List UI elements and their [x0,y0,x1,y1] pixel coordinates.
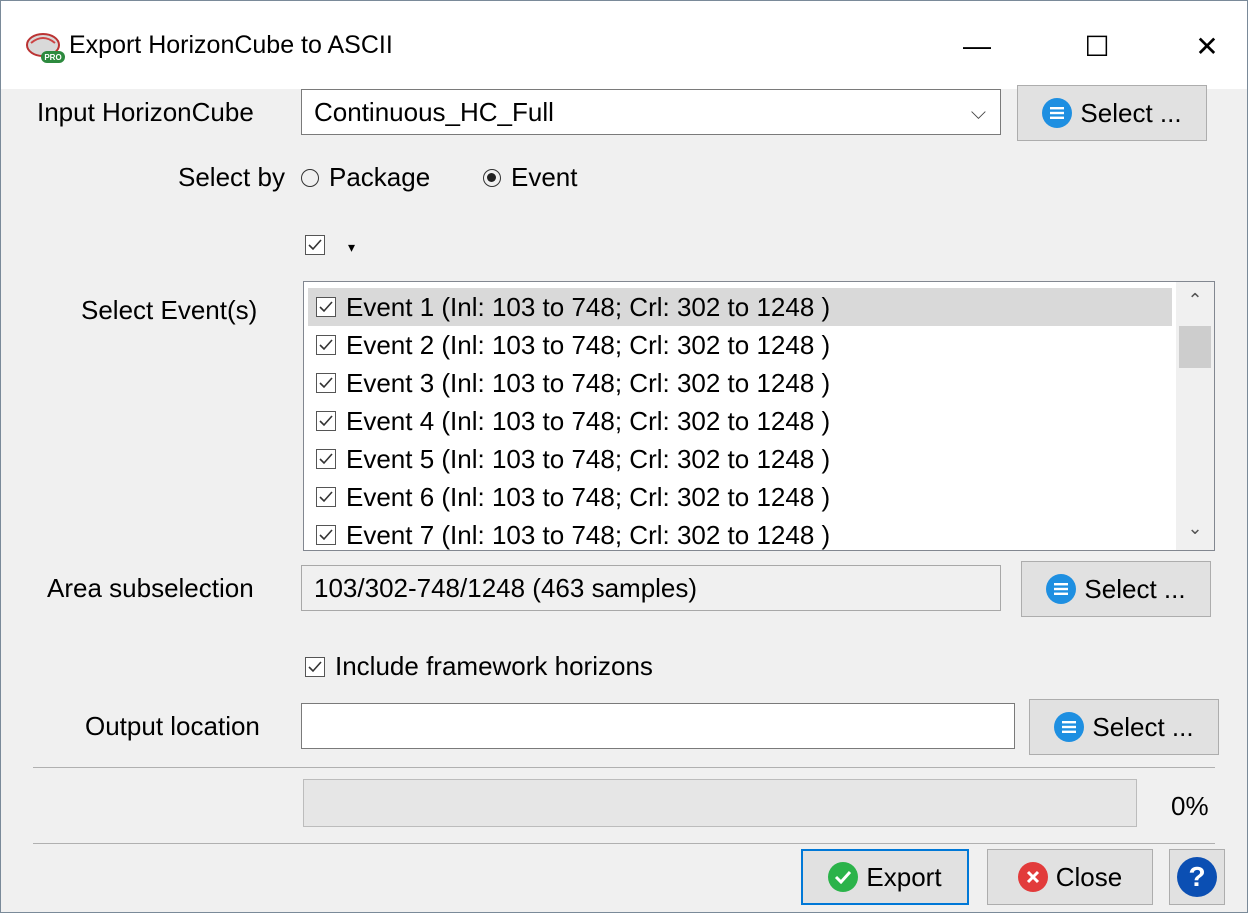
checkbox-checked-icon [305,656,325,677]
checkbox-checked-icon[interactable] [316,449,336,469]
list-item[interactable]: Event 2 (Inl: 103 to 748; Crl: 302 to 12… [308,326,1172,364]
event-label: Event 6 (Inl: 103 to 748; Crl: 302 to 12… [346,481,831,512]
checkbox-checked-icon[interactable] [316,411,336,431]
select-events-label: Select Event(s) [81,295,258,325]
checkmark-icon [828,862,859,892]
input-select-button[interactable]: Select ... [1017,85,1207,141]
input-horizoncube-value: Continuous_HC_Full [314,96,554,127]
output-location-input[interactable] [301,703,1015,749]
radio-selected-icon [483,168,501,187]
list-icon [1046,574,1077,604]
close-label: Close [1055,861,1123,892]
checkbox-checked-icon[interactable] [316,373,336,393]
separator [33,767,1215,768]
svg-text:PRO: PRO [44,53,61,62]
area-subselection-field: 103/302-748/1248 (463 samples) [301,565,1001,611]
scrollbar-thumb[interactable] [1179,326,1211,368]
close-window-button[interactable]: ✕ [1177,21,1237,71]
maximize-button[interactable]: ☐ [1067,21,1127,71]
check-icon [308,239,322,251]
checkbox-checked-icon[interactable] [316,487,336,507]
progress-percent: 0% [1171,791,1209,821]
event-label: Event 4 (Inl: 103 to 748; Crl: 302 to 12… [346,405,831,436]
list-item[interactable]: Event 6 (Inl: 103 to 748; Crl: 302 to 12… [308,478,1172,516]
output-location-label: Output location [85,711,260,741]
list-item[interactable]: Event 4 (Inl: 103 to 748; Crl: 302 to 12… [308,402,1172,440]
include-framework-label: Include framework horizons [335,651,653,681]
event-label: Event 2 (Inl: 103 to 748; Crl: 302 to 12… [346,329,831,360]
checkbox-checked-icon[interactable] [316,297,336,317]
events-scrollbar[interactable]: ⌃ ⌄ [1176,282,1214,550]
event-label: Event 7 (Inl: 103 to 748; Crl: 302 to 12… [346,519,831,550]
app-logo-icon: PRO [26,33,65,63]
list-item[interactable]: Event 3 (Inl: 103 to 748; Crl: 302 to 12… [308,364,1172,402]
select-by-label: Select by [178,162,285,192]
checkbox-checked-icon[interactable] [316,525,336,545]
export-dialog: PRO Export HorizonCube to ASCII — ☐ ✕ In… [0,0,1248,913]
area-subselection-value: 103/302-748/1248 (463 samples) [314,572,698,603]
separator [33,843,1215,844]
export-button[interactable]: Export [801,849,969,905]
include-framework-checkbox[interactable]: Include framework horizons [305,651,653,682]
chevron-down-icon: ⌵ [970,102,986,124]
minimize-button[interactable]: — [947,21,1007,71]
progress-bar [303,779,1137,827]
list-item[interactable]: Event 7 (Inl: 103 to 748; Crl: 302 to 12… [308,516,1172,550]
export-label: Export [866,861,942,892]
output-select-button[interactable]: Select ... [1029,699,1219,755]
input-horizoncube-combo[interactable]: Continuous_HC_Full ⌵ [301,89,1001,135]
radio-event-label: Event [511,162,578,192]
radio-package-label: Package [329,162,431,192]
close-button[interactable]: Close [987,849,1153,905]
list-item[interactable]: Event 5 (Inl: 103 to 748; Crl: 302 to 12… [308,440,1172,478]
scroll-up-icon[interactable]: ⌃ [1176,290,1214,311]
close-x-icon [1017,862,1048,892]
list-icon [1054,712,1085,742]
input-select-label: Select ... [1080,97,1182,128]
select-menu-dropdown-icon[interactable]: ▾ [348,239,355,256]
event-label: Event 1 (Inl: 103 to 748; Crl: 302 to 12… [346,291,831,322]
list-item[interactable]: Event 1 (Inl: 103 to 748; Crl: 302 to 12… [308,288,1172,326]
area-subselection-label: Area subselection [47,573,254,603]
scroll-down-icon[interactable]: ⌄ [1176,518,1214,539]
output-select-label: Select ... [1092,711,1194,742]
event-label: Event 5 (Inl: 103 to 748; Crl: 302 to 12… [346,443,831,474]
area-select-button[interactable]: Select ... [1021,561,1211,617]
help-icon: ? [1177,857,1217,897]
radio-event[interactable]: Event [483,162,578,193]
list-icon [1042,98,1073,128]
area-select-label: Select ... [1084,573,1186,604]
radio-package[interactable]: Package [301,162,430,193]
window-title: Export HorizonCube to ASCII [69,31,393,59]
help-button[interactable]: ? [1169,849,1225,905]
select-all-checkbox[interactable] [305,235,325,255]
input-horizoncube-label: Input HorizonCube [37,97,254,127]
event-label: Event 3 (Inl: 103 to 748; Crl: 302 to 12… [346,367,831,398]
events-list[interactable]: Event 1 (Inl: 103 to 748; Crl: 302 to 12… [303,281,1215,551]
title-bar: PRO Export HorizonCube to ASCII — ☐ ✕ [1,1,1247,89]
radio-circle-icon [301,168,319,187]
checkbox-checked-icon[interactable] [316,335,336,355]
